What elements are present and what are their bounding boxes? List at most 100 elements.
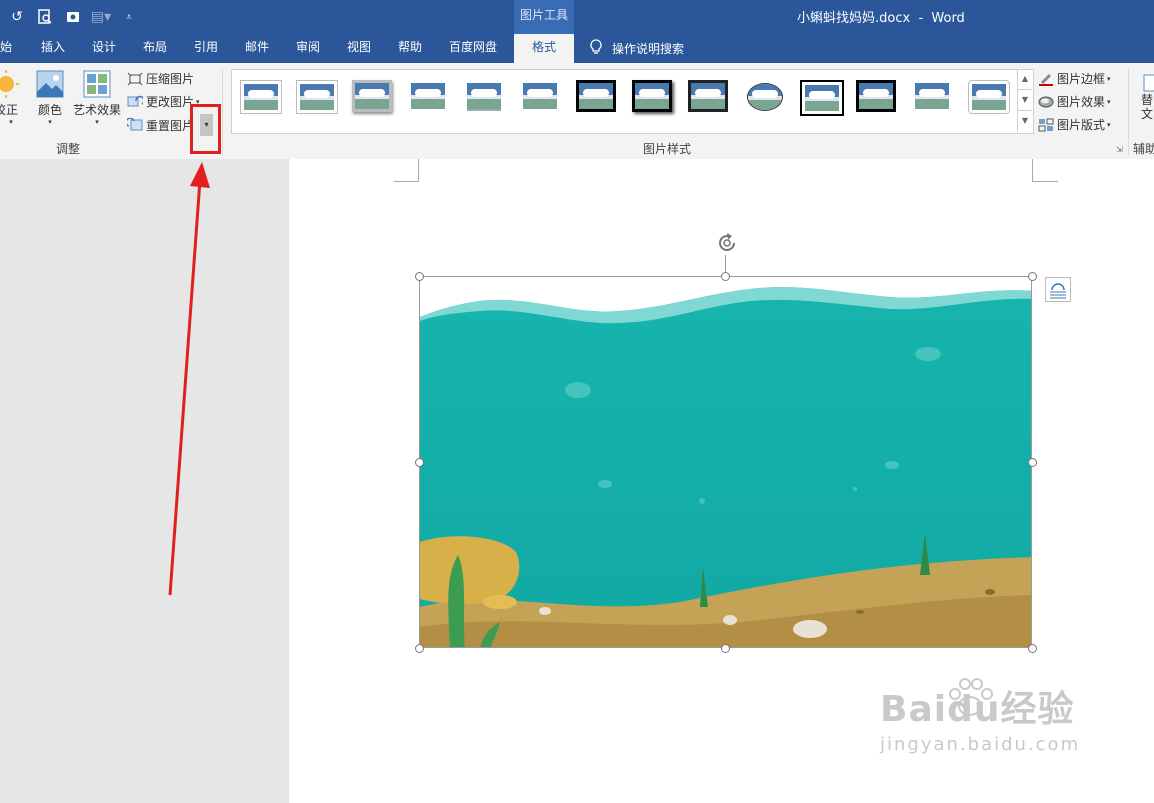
annotation-arrow [168,162,210,596]
gallery-more[interactable]: ▼ [1018,111,1032,131]
picture-layout-button[interactable]: 图片版式 ▾ [1038,116,1111,133]
correction-button[interactable]: 校正 ▾ [0,67,22,126]
tell-me-label: 操作说明搜索 [612,42,685,56]
tab-view[interactable]: 视图 [347,34,371,63]
picture-effects-button[interactable]: 图片效果 ▾ [1038,93,1111,110]
title-bar: ↺ ▤▾ ⩡ 图片工具 小蝌蚪找妈妈.docx - Word [0,0,1154,34]
save-icon[interactable] [62,6,84,28]
document-title: 小蝌蚪找妈妈.docx - Word [797,11,965,26]
compress-pictures-button[interactable]: 压缩图片 [127,70,194,87]
picture-effects-label: 图片效果 [1057,95,1106,109]
resize-handle-top[interactable] [721,272,730,281]
picture-layout-label: 图片版式 [1057,118,1106,132]
resize-handle-left[interactable] [415,458,424,467]
ribbon-format: 校正 ▾ 颜色 ▾ 艺术效果 ▾ 压缩图片 更改图片 ▾ 重置图片 ▾ 调整 ▲… [0,63,1154,160]
picture-layout-icon [1038,118,1054,132]
style-thumbnail[interactable] [296,80,338,114]
picture-styles-gallery [231,69,1034,134]
resize-handle-right[interactable] [1028,458,1037,467]
resize-handle-top-right[interactable] [1028,272,1037,281]
alt-text-icon [1140,67,1154,93]
style-thumbnail[interactable] [352,80,392,112]
dropdown-arrow-icon: ▾ [1107,74,1111,83]
resize-handle-bottom-left[interactable] [415,644,424,653]
style-thumbnail[interactable] [912,80,952,112]
baidu-url: jingyan.baidu.com [880,734,1081,755]
dropdown-arrow-icon: ▾ [48,118,52,126]
tab-references[interactable]: 引用 [194,34,218,63]
underwater-picture[interactable] [419,276,1032,648]
color-button[interactable]: 颜色 ▾ [33,67,67,126]
correction-label: 校正 [0,103,19,117]
alt-text-button[interactable]: 替 文 [1140,67,1154,121]
tab-help[interactable]: 帮助 [398,34,422,63]
quick-access-toolbar: ↺ ▤▾ ⩡ [0,0,140,34]
style-thumbnail[interactable] [968,80,1010,114]
alt-text-label: 替 文 [1140,93,1153,121]
group-divider [222,69,223,155]
format-painter-icon[interactable]: ▤▾ [90,6,112,28]
lightbulb-icon [590,39,602,58]
margin-mark [1032,159,1058,182]
layout-options-icon[interactable] [1045,277,1071,302]
style-thumbnail[interactable] [520,80,560,112]
style-thumbnail[interactable] [408,80,448,112]
reset-picture-label: 重置图片 [146,118,195,133]
dropdown-arrow-icon: ▾ [9,118,13,126]
tab-insert[interactable]: 插入 [41,34,65,63]
baidu-watermark: Baidu经验 jingyan.baidu.com [880,678,1081,755]
margin-mark [394,159,419,182]
change-picture-button[interactable]: 更改图片 ▾ [127,93,200,110]
style-thumbnail[interactable] [856,80,896,112]
tell-me-search[interactable]: 操作说明搜索 [590,34,684,63]
dropdown-arrow-icon: ▾ [95,118,99,126]
navigation-area [0,159,288,803]
style-thumbnail[interactable] [240,80,282,114]
tab-layout[interactable]: 布局 [143,34,167,63]
artistic-effects-button[interactable]: 艺术效果 ▾ [70,67,124,126]
resize-handle-bottom[interactable] [721,644,730,653]
resize-handle-top-left[interactable] [415,272,424,281]
compress-icon [127,72,143,86]
artistic-effects-icon [70,67,124,101]
style-thumbnail[interactable] [464,80,504,112]
dropdown-arrow-icon: ▾ [1107,120,1111,129]
customize-qat-icon[interactable]: ⩡ [118,6,140,28]
style-thumbnail[interactable] [688,80,728,112]
undo-icon[interactable]: ↺ [6,6,28,28]
picture-styles-group-label: 图片样式 [643,142,692,156]
ribbon-tabs: 始 插入 设计 布局 引用 邮件 审阅 视图 帮助 百度网盘 格式 [0,34,1154,63]
picture-effects-icon [1038,95,1054,109]
tab-design[interactable]: 设计 [92,34,116,63]
correction-icon [0,67,22,101]
rotate-handle-icon[interactable] [715,231,739,255]
dropdown-arrow-icon: ▾ [1107,97,1111,106]
underwater-scene [420,277,1031,647]
group-divider [1128,69,1129,155]
print-preview-icon[interactable] [34,6,56,28]
style-thumbnail[interactable] [576,80,616,112]
tab-home[interactable]: 始 [0,34,12,63]
change-picture-icon [127,95,145,109]
tab-baidu-netdisk[interactable]: 百度网盘 [449,34,497,63]
dialog-launcher-icon[interactable]: ⇲ [1116,145,1123,154]
tab-format[interactable]: 格式 [514,34,574,63]
accessibility-group-label: 辅助 [1133,142,1154,156]
style-thumbnail[interactable] [744,80,784,112]
style-thumbnail[interactable] [800,80,844,116]
gallery-scroll-up[interactable]: ▲ [1018,69,1032,90]
picture-tools-label: 图片工具 [514,0,574,34]
picture-border-icon [1038,72,1054,86]
color-label: 颜色 [37,103,62,117]
tab-mailings[interactable]: 邮件 [245,34,269,63]
change-picture-label: 更改图片 [146,95,195,109]
resize-handle-bottom-right[interactable] [1028,644,1037,653]
reset-picture-button[interactable]: 重置图片 [125,114,195,136]
compress-label: 压缩图片 [146,72,195,86]
artistic-effects-label: 艺术效果 [72,103,121,117]
style-thumbnail[interactable] [632,80,672,112]
tab-review[interactable]: 审阅 [296,34,320,63]
adjust-group-label: 调整 [56,142,81,156]
gallery-scroll-down[interactable]: ▼ [1018,90,1032,111]
picture-border-button[interactable]: 图片边框 ▾ [1038,70,1111,87]
